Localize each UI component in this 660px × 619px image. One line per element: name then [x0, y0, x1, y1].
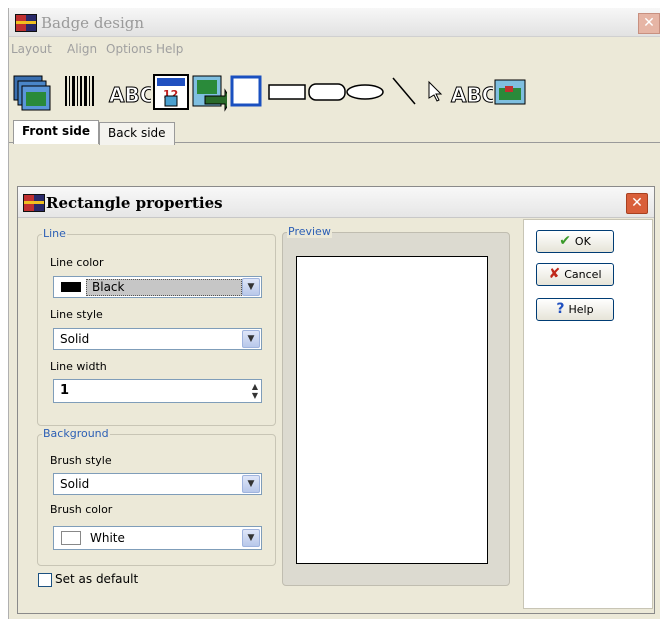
square-icon[interactable]: [229, 74, 263, 112]
calendar-date-icon[interactable]: 12: [153, 74, 189, 112]
window-title: Badge design: [41, 14, 145, 32]
toolbar: ABC 12 ABC: [9, 64, 660, 114]
menu-help[interactable]: Help: [156, 42, 183, 56]
brush-color-value: White: [90, 531, 125, 545]
set-as-default-checkbox[interactable]: [38, 573, 52, 587]
brush-style-value: Solid: [60, 477, 90, 491]
line-style-select[interactable]: Solid ▼: [53, 328, 262, 350]
main-titlebar: Badge design ✕: [9, 8, 660, 37]
line-icon[interactable]: [389, 74, 419, 112]
brush-color-swatch: [61, 531, 81, 545]
photo-import-icon[interactable]: [191, 74, 227, 112]
menu-bar: Layout Align Options Help: [9, 38, 660, 60]
set-as-default-label: Set as default: [55, 572, 139, 586]
line-color-value: Black: [92, 280, 125, 294]
brush-color-label: Brush color: [50, 503, 113, 516]
rounded-rectangle-icon[interactable]: [307, 74, 347, 112]
preview-legend: Preview: [287, 225, 332, 238]
pointer-icon[interactable]: [423, 74, 449, 112]
tab-front-side[interactable]: Front side: [13, 120, 100, 144]
side-tabs: Front side Back side: [9, 116, 660, 145]
dialog-title: Rectangle properties: [46, 194, 223, 212]
ok-label: OK: [574, 235, 591, 248]
dialog-close-icon[interactable]: ✕: [626, 193, 648, 214]
line-group-legend: Line: [42, 227, 67, 240]
line-width-value: 1: [60, 383, 70, 398]
menu-align[interactable]: Align: [67, 42, 97, 56]
background-group-legend: Background: [42, 427, 110, 440]
line-width-label: Line width: [50, 360, 107, 373]
tab-back-side[interactable]: Back side: [99, 122, 175, 145]
line-color-swatch: [61, 282, 81, 292]
ok-button[interactable]: ✔ OK: [536, 230, 614, 253]
line-style-label: Line style: [50, 308, 103, 321]
chevron-down-icon[interactable]: ▼: [242, 330, 260, 348]
close-icon[interactable]: ✕: [638, 13, 660, 34]
brush-color-select[interactable]: White ▼: [53, 526, 262, 550]
abc-text-icon[interactable]: ABC: [107, 74, 152, 112]
question-mark-icon: ?: [556, 301, 565, 317]
help-label: Help: [568, 303, 594, 316]
checkmark-icon: ✔: [559, 233, 571, 249]
line-color-select[interactable]: Black ▼: [53, 276, 262, 298]
chevron-down-icon[interactable]: ▼: [242, 278, 260, 296]
dialog-titlebar: Rectangle properties ✕: [18, 187, 654, 218]
menu-layout[interactable]: Layout: [11, 42, 52, 56]
preview-rectangle: [296, 256, 488, 564]
picture-icon[interactable]: [493, 74, 529, 112]
chevron-down-icon[interactable]: ▼: [242, 475, 260, 493]
cancel-button[interactable]: ✘ Cancel: [536, 263, 614, 286]
svg-text:ABC: ABC: [451, 83, 493, 107]
svg-text:ABC: ABC: [109, 83, 151, 107]
spin-up-icon[interactable]: ▲: [252, 382, 258, 391]
x-mark-icon: ✘: [548, 266, 561, 282]
app-icon: [15, 14, 37, 32]
spin-down-icon[interactable]: ▼: [252, 391, 258, 400]
abc-outline-icon[interactable]: ABC: [449, 74, 494, 112]
ellipse-icon[interactable]: [345, 74, 389, 112]
rectangle-icon[interactable]: [267, 74, 307, 112]
help-button[interactable]: ? Help: [536, 298, 614, 321]
cancel-label: Cancel: [564, 268, 602, 281]
image-stack-icon[interactable]: [12, 74, 52, 112]
barcode-icon[interactable]: [61, 74, 101, 112]
brush-style-label: Brush style: [50, 454, 112, 467]
line-color-label: Line color: [50, 256, 104, 269]
brush-style-select[interactable]: Solid ▼: [53, 473, 262, 495]
chevron-down-icon[interactable]: ▼: [242, 529, 260, 547]
line-width-stepper[interactable]: 1 ▲ ▼: [53, 379, 262, 403]
menu-options[interactable]: Options: [106, 42, 152, 56]
line-style-value: Solid: [60, 332, 90, 346]
dialog-app-icon: [23, 194, 45, 212]
